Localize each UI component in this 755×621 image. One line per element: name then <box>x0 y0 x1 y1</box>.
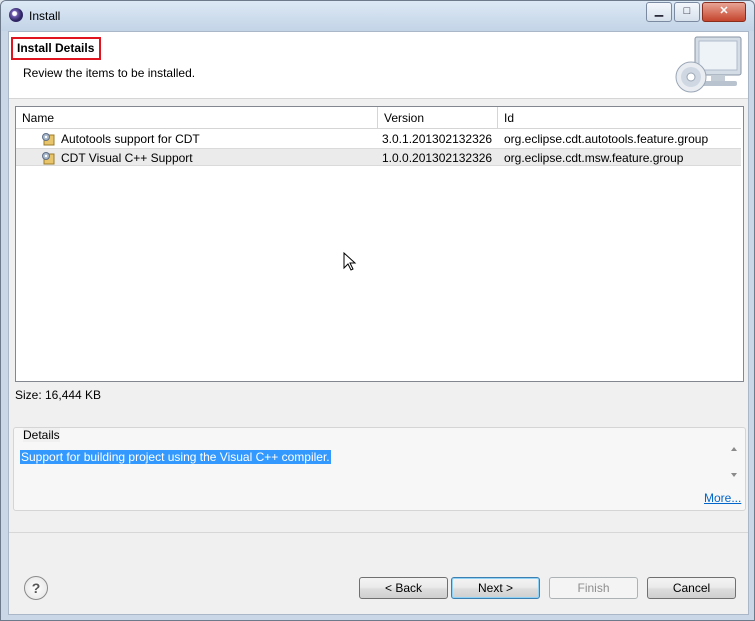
details-scrollbar[interactable] <box>728 442 740 482</box>
close-button[interactable]: ✕ <box>702 2 746 22</box>
table-row[interactable]: CDT Visual C++ Support 1.0.0.20130213232… <box>16 148 741 166</box>
cancel-button[interactable]: Cancel <box>647 577 736 599</box>
column-header-version[interactable]: Version <box>378 107 498 129</box>
row-name: Autotools support for CDT <box>61 132 200 146</box>
table-row[interactable]: Autotools support for CDT 3.0.1.20130213… <box>16 130 741 148</box>
row-version: 1.0.0.201302132326 <box>382 151 493 165</box>
details-group <box>13 427 746 511</box>
eclipse-icon <box>9 8 23 22</box>
details-text[interactable]: Support for building project using the V… <box>20 450 331 464</box>
monitor-cd-icon <box>675 36 742 93</box>
row-id: org.eclipse.cdt.msw.feature.group <box>504 151 684 165</box>
install-size: Size: 16,444 KB <box>15 388 102 402</box>
column-header-id[interactable]: Id <box>498 107 741 129</box>
column-header-name[interactable]: Name <box>16 107 378 129</box>
install-items-table[interactable]: Name Version Id Autotools support for CD… <box>15 106 744 382</box>
feature-icon <box>42 152 55 165</box>
more-link[interactable]: More... <box>704 491 741 505</box>
maximize-button[interactable]: □ <box>674 2 700 22</box>
row-id: org.eclipse.cdt.autotools.feature.group <box>504 132 709 146</box>
title-bar[interactable]: Install ▁ □ ✕ <box>1 1 754 31</box>
mouse-cursor-icon <box>343 252 357 271</box>
next-button[interactable]: Next > <box>451 577 540 599</box>
details-legend: Details <box>23 428 60 442</box>
install-window: Install ▁ □ ✕ Install Details Review the… <box>0 0 755 621</box>
page-subtitle: Review the items to be installed. <box>23 66 196 80</box>
finish-button[interactable]: Finish <box>549 577 638 599</box>
footer-separator <box>9 532 748 533</box>
window-title: Install <box>29 9 61 23</box>
row-name: CDT Visual C++ Support <box>61 151 193 165</box>
wizard-header: Install Details Review the items to be i… <box>9 32 748 99</box>
row-version: 3.0.1.201302132326 <box>382 132 493 146</box>
feature-icon <box>42 133 55 146</box>
dialog-body: Install Details Review the items to be i… <box>8 31 749 615</box>
page-title: Install Details <box>11 37 102 60</box>
help-icon[interactable]: ? <box>24 576 48 600</box>
minimize-button[interactable]: ▁ <box>646 2 672 22</box>
back-button[interactable]: < Back <box>359 577 448 599</box>
